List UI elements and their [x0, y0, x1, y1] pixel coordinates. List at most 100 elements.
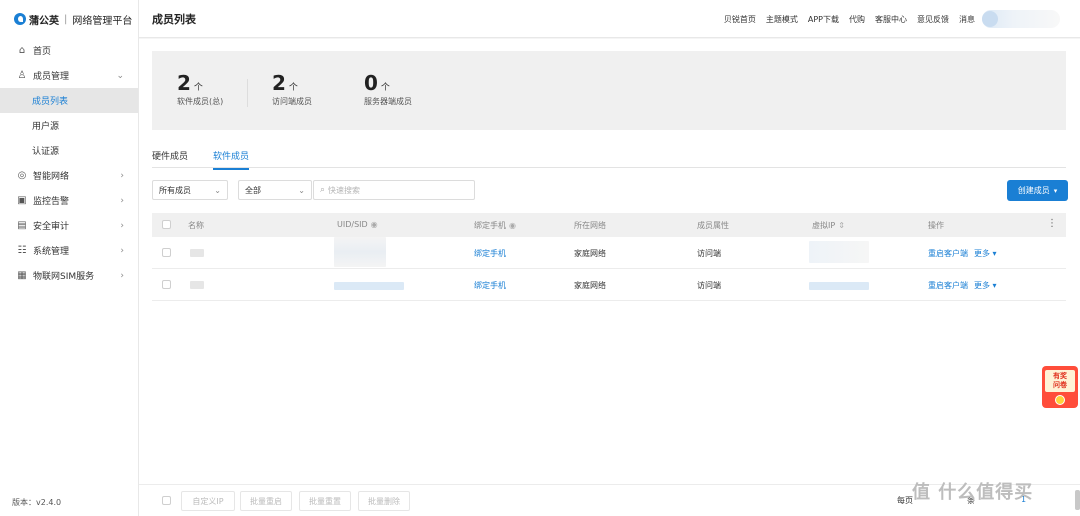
sidebar-item-user-source[interactable]: 用户源 [0, 113, 138, 138]
stat-access-members: 2个 访问端成员 [272, 71, 312, 106]
bind-phone-link[interactable]: 绑定手机 [474, 248, 506, 259]
members-table: 名称 UID/SID ◉ 绑定手机 ◉ 所在网络 成员属性 虚拟IP ⇕ 操作 ⋮ 绑… [152, 213, 1066, 301]
home-icon: ⌂ [18, 45, 26, 56]
redacted-uid [334, 282, 404, 290]
top-link-app-download[interactable]: APP下载 [808, 14, 839, 25]
caret-down-icon: ▾ [1053, 186, 1058, 195]
chevron-down-icon: ⌄ [214, 185, 221, 195]
chevron-right-icon: › [120, 195, 124, 206]
top-link-purchase[interactable]: 代购 [849, 14, 865, 25]
col-phone: 绑定手机 ◉ [474, 221, 516, 230]
member-type-select[interactable]: 所有成员 ⌄ [152, 180, 228, 200]
sidebar-item-security-audit[interactable]: ▤ 安全审计 › [0, 213, 138, 238]
tab-hardware-members[interactable]: 硬件成员 [152, 149, 188, 168]
sidebar: 蒲公英 | 网络管理平台 ⌂ 首页 ♙ 成员管理 ⌄ 成员列表 用户源 认证源 … [0, 0, 139, 516]
brand-name: 蒲公英 [29, 15, 59, 27]
scope-select[interactable]: 全部 ⌄ [238, 180, 312, 200]
sidebar-item-system-management[interactable]: ☷ 系统管理 › [0, 238, 138, 263]
sidebar-item-iot-sim[interactable]: ▦ 物联网SIM服务 › [0, 263, 138, 288]
sidebar-item-home[interactable]: ⌂ 首页 [0, 38, 138, 63]
network-cell: 家庭网络 [574, 281, 606, 290]
top-link-support[interactable]: 客服中心 [875, 14, 907, 25]
sidebar-item-monitoring[interactable]: ▣ 监控告警 › [0, 188, 138, 213]
redacted-ip [809, 241, 869, 263]
col-name: 名称 [188, 221, 204, 230]
col-uid-sid: UID/SID ◉ [337, 220, 378, 229]
stat-server-members: 0个 服务器端成员 [364, 71, 412, 106]
redacted-ip [809, 282, 869, 290]
settings-icon: ☷ [17, 245, 27, 256]
stats-panel: 2个 软件成员(总) 2个 访问端成员 0个 服务器端成员 [152, 51, 1066, 130]
survey-badge-icon [1055, 395, 1065, 405]
member-tabs: 硬件成员 软件成员 [152, 145, 1066, 170]
top-link-messages[interactable]: 消息 [959, 14, 975, 25]
stat-software-total: 2个 软件成员(总) [177, 71, 224, 106]
row-checkbox[interactable] [162, 248, 171, 257]
brand-logo[interactable]: 蒲公英 | 网络管理平台 [0, 0, 138, 38]
search-icon: ⌕ [320, 185, 326, 195]
eye-icon[interactable]: ◉ [509, 221, 516, 230]
scrollbar[interactable] [1075, 490, 1080, 510]
network-cell: 家庭网络 [574, 249, 606, 258]
custom-ip-button[interactable]: 自定义IP [181, 491, 235, 511]
more-actions-link[interactable]: 更多 ▾ [974, 280, 997, 291]
top-bar: 成员列表 贝锐首页 主题模式 APP下载 代购 客服中心 意见反馈 消息 [139, 0, 1080, 38]
more-actions-link[interactable]: 更多 ▾ [974, 248, 997, 259]
user-avatar[interactable] [982, 10, 1060, 28]
restart-client-link[interactable]: 重启客户端 [928, 248, 968, 259]
platform-name: 网络管理平台 [72, 15, 133, 27]
top-links: 贝锐首页 主题模式 APP下载 代购 客服中心 意见反馈 消息 [714, 0, 975, 38]
redacted-name [190, 281, 204, 289]
search-box[interactable]: ⌕ [313, 180, 475, 200]
table-header: 名称 UID/SID ◉ 绑定手机 ◉ 所在网络 成员属性 虚拟IP ⇕ 操作 ⋮ [152, 213, 1066, 237]
bind-phone-link[interactable]: 绑定手机 [474, 280, 506, 291]
redacted-uid [334, 237, 386, 267]
chevron-down-icon: ⌄ [298, 185, 305, 195]
bulk-restart-button[interactable]: 批量重启 [240, 491, 292, 511]
create-member-button[interactable]: 创建成员 ▾ [1007, 180, 1068, 201]
survey-widget[interactable]: 有奖 问卷 [1042, 366, 1078, 408]
sidebar-item-member-list[interactable]: 成员列表 [0, 88, 138, 113]
sim-icon: ▦ [17, 270, 27, 281]
bulk-select-checkbox[interactable] [162, 496, 171, 505]
chevron-right-icon: › [120, 170, 124, 181]
per-page-label: 每页 [897, 496, 913, 505]
eye-icon[interactable]: ◉ [371, 220, 378, 229]
top-link-oray-home[interactable]: 贝锐首页 [724, 14, 756, 25]
attribute-cell: 访问端 [697, 281, 721, 290]
row-checkbox[interactable] [162, 280, 171, 289]
col-attribute: 成员属性 [697, 221, 729, 230]
user-icon: ♙ [17, 70, 27, 81]
table-row: 绑定手机 家庭网络 访问端 重启客户端 更多 ▾ [152, 237, 1066, 269]
chevron-down-icon: ⌄ [116, 70, 124, 81]
monitor-icon: ▣ [17, 195, 27, 206]
audit-icon: ▤ [17, 220, 27, 231]
col-virtual-ip: 虚拟IP ⇕ [812, 221, 845, 230]
restart-client-link[interactable]: 重启客户端 [928, 280, 968, 291]
sidebar-item-auth-source[interactable]: 认证源 [0, 138, 138, 163]
top-link-feedback[interactable]: 意见反馈 [917, 14, 949, 25]
dandelion-logo-icon [14, 13, 26, 25]
top-link-theme[interactable]: 主题模式 [766, 14, 798, 25]
bulk-delete-button[interactable]: 批量删除 [358, 491, 410, 511]
chevron-right-icon: › [120, 245, 124, 256]
sidebar-item-smart-network[interactable]: ◎ 智能网络 › [0, 163, 138, 188]
column-settings-icon[interactable]: ⋮ [1047, 218, 1057, 229]
select-all-checkbox[interactable] [162, 220, 171, 229]
table-row: 绑定手机 家庭网络 访问端 重启客户端 更多 ▾ [152, 269, 1066, 301]
network-icon: ◎ [17, 170, 27, 181]
search-input[interactable] [328, 185, 459, 195]
col-actions: 操作 [928, 221, 944, 230]
sidebar-item-member-management[interactable]: ♙ 成员管理 ⌄ [0, 63, 138, 88]
chevron-right-icon: › [120, 270, 124, 281]
main-content: 2个 软件成员(总) 2个 访问端成员 0个 服务器端成员 硬件成员 软件成员 … [139, 39, 1080, 516]
attribute-cell: 访问端 [697, 249, 721, 258]
redacted-name [190, 249, 204, 257]
tab-software-members[interactable]: 软件成员 [213, 149, 250, 170]
col-network: 所在网络 [574, 221, 606, 230]
bulk-reset-button[interactable]: 批量重置 [299, 491, 351, 511]
version-label: 版本：v2.4.0 [12, 498, 62, 507]
chevron-right-icon: › [120, 220, 124, 231]
sort-icon[interactable]: ⇕ [838, 221, 845, 230]
watermark: 值 什么值得买 [912, 482, 1034, 503]
